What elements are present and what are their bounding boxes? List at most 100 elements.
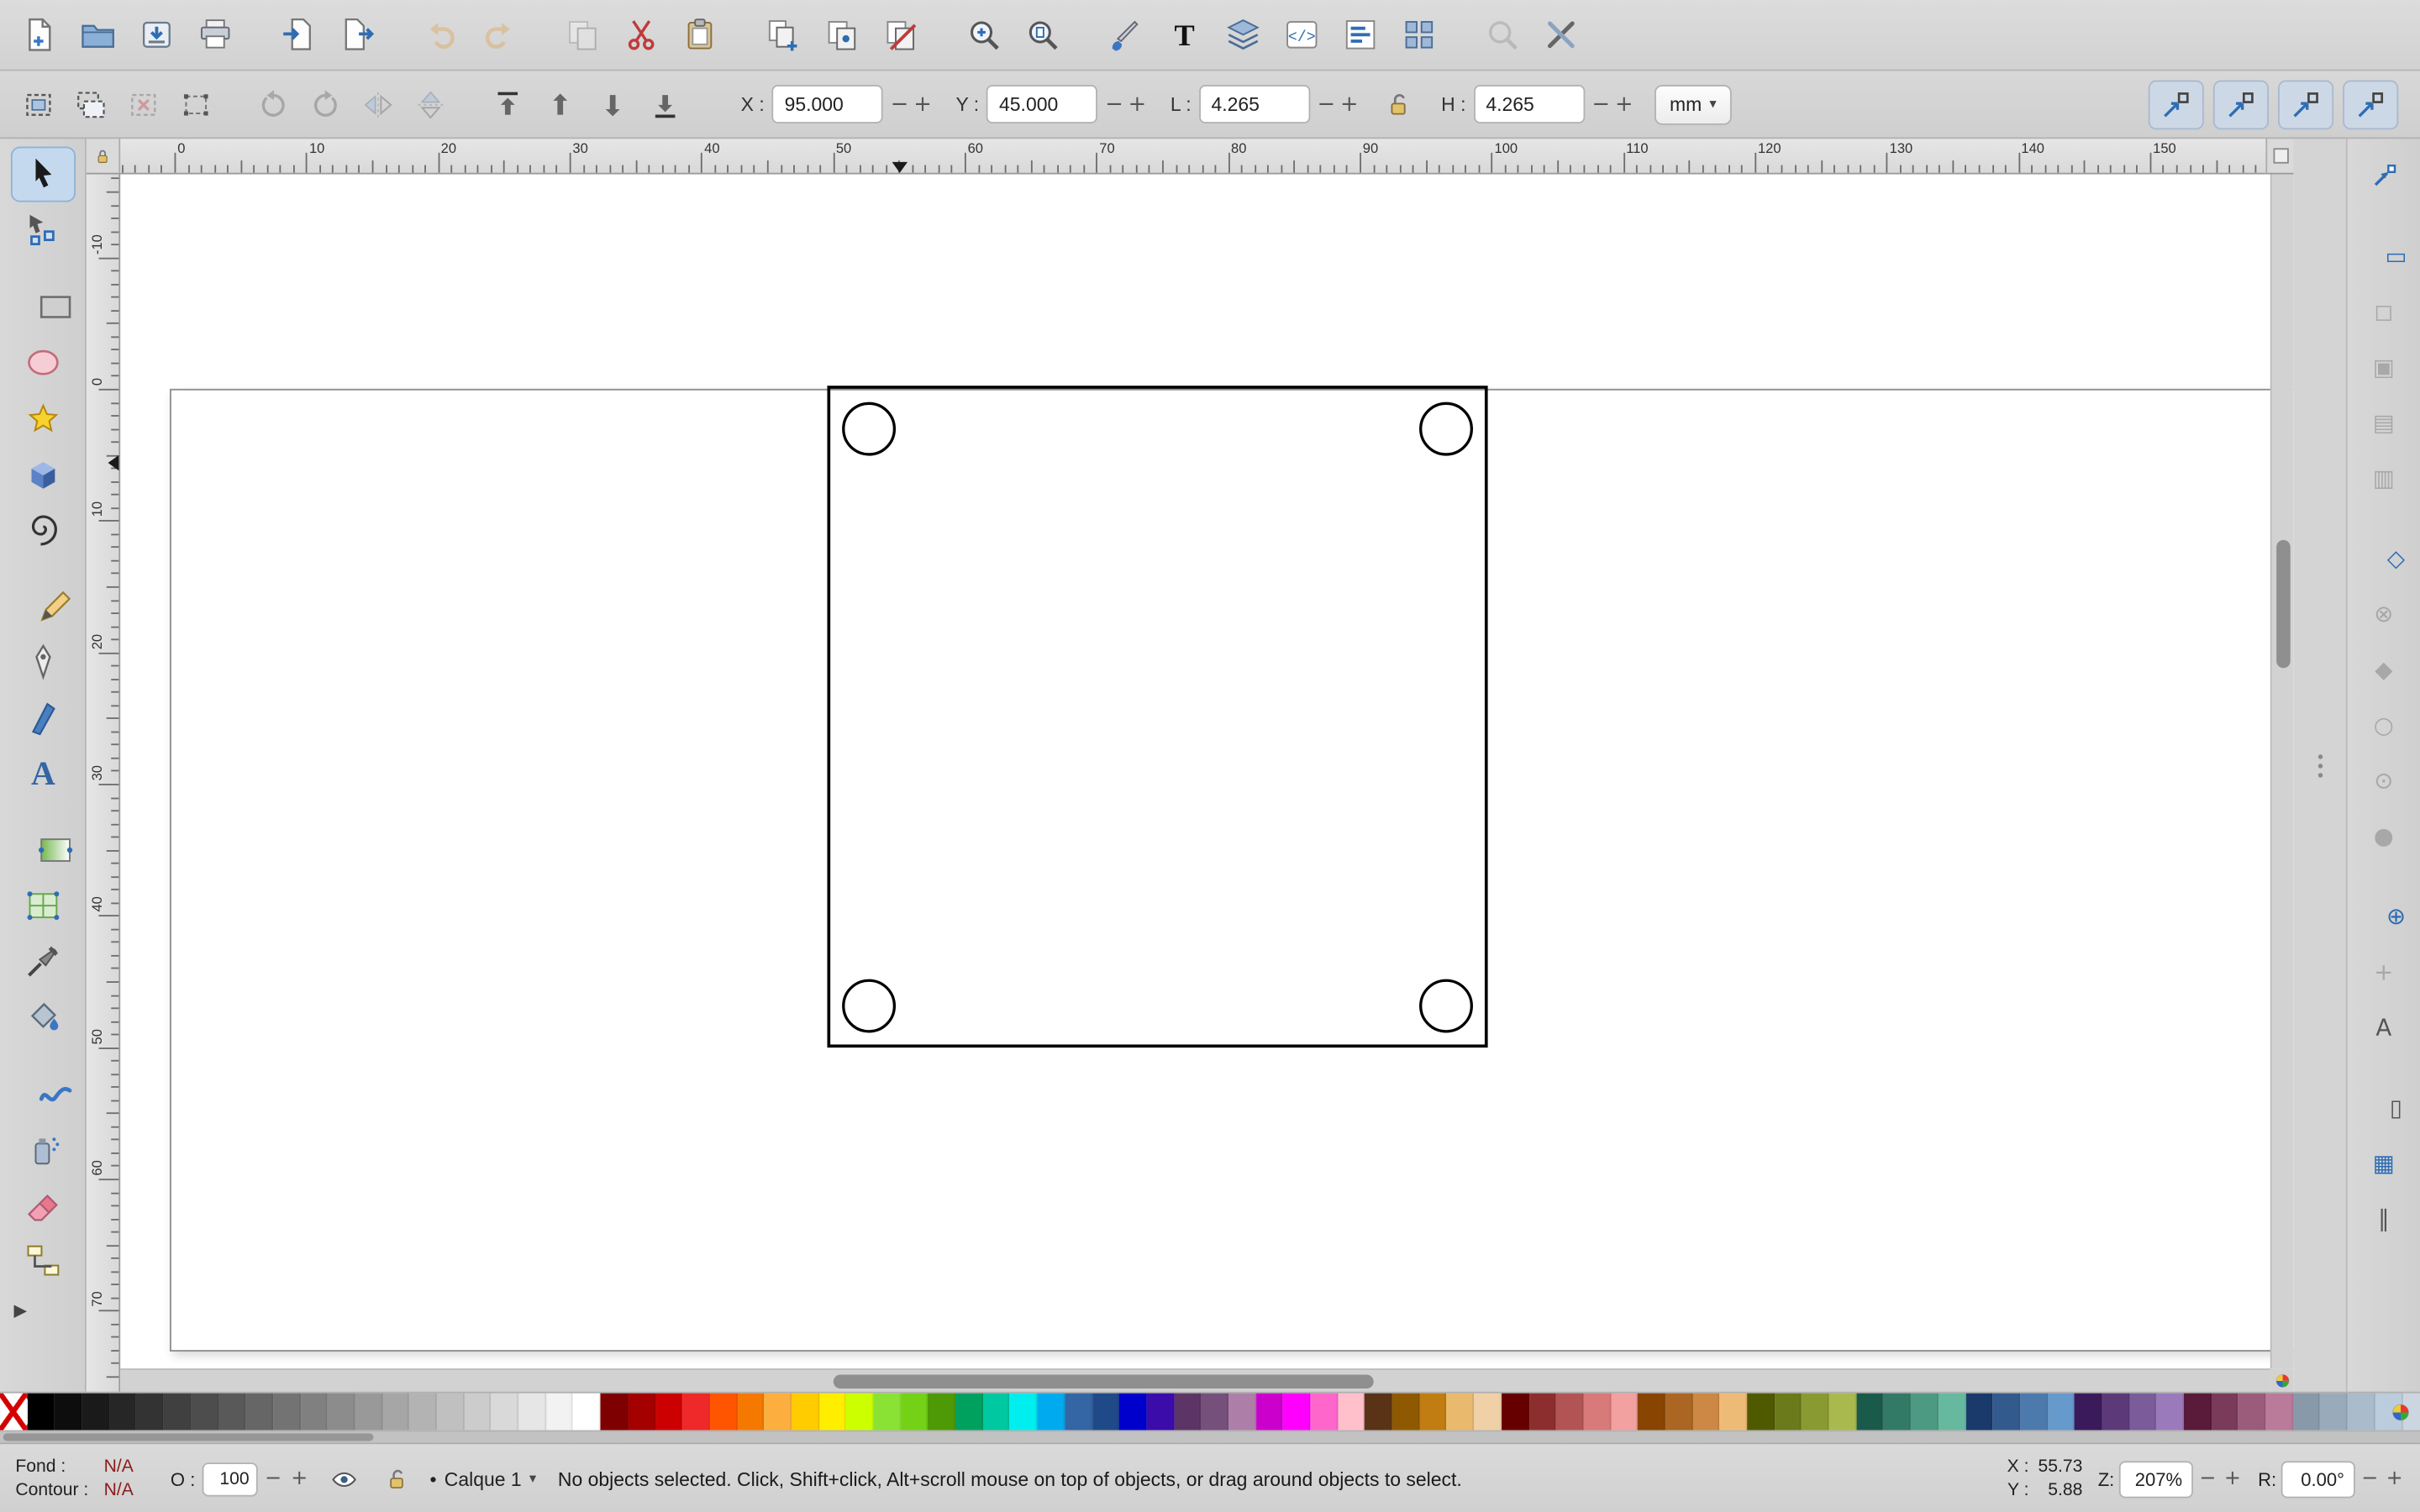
spray-button[interactable] bbox=[10, 1121, 75, 1177]
palette-swatch[interactable] bbox=[409, 1394, 436, 1431]
height-increase-button[interactable]: + bbox=[1612, 85, 1636, 123]
scale-corners-toggle-button[interactable] bbox=[2213, 80, 2269, 129]
snap-smooth-nodes-button[interactable]: ○ bbox=[2359, 697, 2408, 753]
x-input[interactable]: 95.000 bbox=[772, 85, 883, 123]
opacity-increase-button[interactable]: + bbox=[289, 1460, 309, 1497]
palette-swatch[interactable] bbox=[1310, 1394, 1337, 1431]
palette-swatch[interactable] bbox=[27, 1394, 54, 1431]
rows-columns-button[interactable] bbox=[1389, 5, 1448, 64]
palette-swatch[interactable] bbox=[1665, 1394, 1692, 1431]
xml-editor-button[interactable] bbox=[1271, 5, 1330, 64]
palette-scrollbar-thumb[interactable] bbox=[3, 1433, 374, 1441]
palette-swatch[interactable] bbox=[601, 1394, 628, 1431]
palette-swatch[interactable] bbox=[300, 1394, 327, 1431]
palette-swatch[interactable] bbox=[2293, 1394, 2320, 1431]
eraser-button[interactable] bbox=[10, 1177, 75, 1232]
vertical-scrollbar[interactable] bbox=[2270, 175, 2294, 1369]
palette-swatch[interactable] bbox=[1174, 1394, 1201, 1431]
raise-button[interactable] bbox=[534, 80, 587, 129]
zoom-out-button[interactable]: − bbox=[2198, 1460, 2218, 1497]
unlink-clone-button[interactable] bbox=[871, 5, 929, 64]
select-all-layers-button[interactable] bbox=[65, 80, 117, 129]
zoom-page-button[interactable] bbox=[1013, 5, 1071, 64]
dropper-button[interactable] bbox=[10, 933, 75, 989]
x-increase-button[interactable]: + bbox=[911, 85, 934, 123]
text-button[interactable] bbox=[10, 745, 75, 801]
palette-swatch[interactable] bbox=[2265, 1394, 2292, 1431]
create-clone-button[interactable] bbox=[812, 5, 871, 64]
drawn-square[interactable] bbox=[829, 387, 1486, 1046]
drawn-circle[interactable] bbox=[844, 403, 895, 454]
lower-to-bottom-button[interactable] bbox=[639, 80, 691, 129]
flip-vertical-button[interactable] bbox=[404, 80, 456, 129]
preferences-button[interactable] bbox=[1531, 5, 1590, 64]
open-document-button[interactable] bbox=[68, 5, 127, 64]
palette-swatch[interactable] bbox=[819, 1394, 846, 1431]
palette-swatch[interactable] bbox=[518, 1394, 545, 1431]
select-all-button[interactable] bbox=[13, 80, 65, 129]
palette-swatch[interactable] bbox=[2211, 1394, 2238, 1431]
palette-swatch[interactable] bbox=[191, 1394, 218, 1431]
fill-stroke-indicator[interactable]: Fond : N/A Contour : N/A bbox=[15, 1456, 133, 1502]
raise-to-top-button[interactable] bbox=[481, 80, 534, 129]
layer-lock-toggle[interactable] bbox=[377, 1460, 414, 1497]
snap-bbox-edge-midpoints-button[interactable]: ▤ bbox=[2359, 395, 2408, 450]
box-3d-button[interactable] bbox=[10, 446, 75, 501]
opacity-decrease-button[interactable]: − bbox=[263, 1460, 283, 1497]
palette-swatch[interactable] bbox=[765, 1394, 792, 1431]
palette-menu-button[interactable] bbox=[2383, 1396, 2417, 1427]
palette-swatch[interactable] bbox=[983, 1394, 1010, 1431]
palette-swatch[interactable] bbox=[2048, 1394, 2075, 1431]
cut-button[interactable] bbox=[611, 5, 670, 64]
export-image-button[interactable] bbox=[327, 5, 386, 64]
y-input[interactable]: 45.000 bbox=[986, 85, 1097, 123]
palette-swatch[interactable] bbox=[328, 1394, 355, 1431]
palette-swatch[interactable] bbox=[955, 1394, 982, 1431]
ruler-corner-lock[interactable] bbox=[87, 139, 120, 174]
snap-enable-button[interactable] bbox=[2359, 148, 2408, 203]
palette-swatch[interactable] bbox=[655, 1394, 682, 1431]
snap-grids-button[interactable]: ▦ bbox=[2359, 1136, 2408, 1191]
drawn-circle[interactable] bbox=[1421, 403, 1472, 454]
star-button[interactable] bbox=[10, 391, 75, 446]
duplicate-button[interactable] bbox=[753, 5, 812, 64]
palette-swatch[interactable] bbox=[1775, 1394, 1802, 1431]
snap-path-intersections-button[interactable]: ⊗ bbox=[2359, 586, 2408, 642]
palette-scrollbar[interactable] bbox=[0, 1431, 2420, 1443]
gradient-button[interactable] bbox=[23, 822, 87, 878]
snap-line-midpoints-button[interactable]: ⊙ bbox=[2359, 753, 2408, 808]
palette-swatch[interactable] bbox=[1856, 1394, 1883, 1431]
palette-swatch[interactable] bbox=[2102, 1394, 2129, 1431]
opacity-input[interactable]: 100 bbox=[202, 1462, 257, 1495]
x-decrease-button[interactable]: − bbox=[888, 85, 912, 123]
palette-swatch[interactable] bbox=[1038, 1394, 1065, 1431]
palette-swatch[interactable] bbox=[1065, 1394, 1092, 1431]
palette-swatch[interactable] bbox=[1255, 1394, 1282, 1431]
pencil-button[interactable] bbox=[23, 579, 87, 634]
scale-stroke-toggle-button[interactable] bbox=[2149, 80, 2204, 129]
color-managed-view-toggle[interactable] bbox=[2270, 1368, 2294, 1392]
palette-swatch[interactable] bbox=[1419, 1394, 1446, 1431]
snap-page-border-button[interactable]: ▯ bbox=[2371, 1080, 2420, 1136]
palette-swatch[interactable] bbox=[710, 1394, 737, 1431]
palette-swatch[interactable] bbox=[245, 1394, 272, 1431]
flip-horizontal-button[interactable] bbox=[352, 80, 404, 129]
palette-swatch[interactable] bbox=[628, 1394, 655, 1431]
snap-nodes-button[interactable]: ◇ bbox=[2371, 531, 2420, 586]
zoom-drawing-button[interactable] bbox=[954, 5, 1013, 64]
find-replace-button[interactable] bbox=[1472, 5, 1531, 64]
selection-cue-button[interactable] bbox=[170, 80, 222, 129]
paste-button[interactable] bbox=[670, 5, 729, 64]
palette-swatch[interactable] bbox=[1802, 1394, 1828, 1431]
palette-swatch[interactable] bbox=[1201, 1394, 1228, 1431]
lock-ratio-toggle[interactable] bbox=[1376, 82, 1419, 125]
zoom-input[interactable]: 207% bbox=[2119, 1460, 2193, 1497]
palette-swatch[interactable] bbox=[2238, 1394, 2265, 1431]
palette-swatch[interactable] bbox=[2348, 1394, 2375, 1431]
palette-swatch[interactable] bbox=[109, 1394, 136, 1431]
rotation-decrease-button[interactable]: − bbox=[2360, 1460, 2380, 1497]
snap-object-centers-button[interactable]: ● bbox=[2359, 808, 2408, 864]
rectangle-button[interactable] bbox=[23, 279, 87, 334]
palette-swatch[interactable] bbox=[1365, 1394, 1392, 1431]
layer-selector[interactable]: • Calque 1 ▾ bbox=[430, 1468, 537, 1490]
